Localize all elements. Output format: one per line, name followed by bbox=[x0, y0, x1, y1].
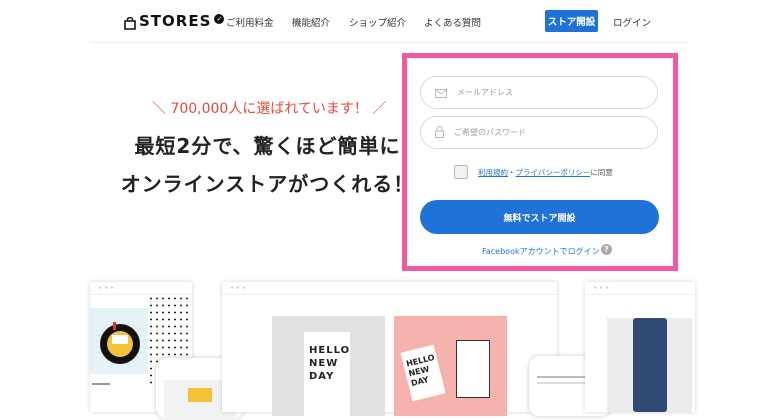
standing-sign bbox=[456, 340, 490, 398]
agree-separator: ・ bbox=[508, 168, 516, 177]
nav-faq[interactable]: よくある質問 bbox=[424, 15, 481, 29]
open-store-submit-button[interactable]: 無料でストア開設 bbox=[420, 200, 659, 234]
left-shop-image bbox=[90, 308, 148, 374]
email-input[interactable] bbox=[455, 87, 639, 98]
password-input[interactable] bbox=[452, 127, 636, 138]
card-line-3: DAY bbox=[309, 371, 335, 382]
privacy-policy-link[interactable]: プライバシーポリシー bbox=[516, 168, 591, 177]
mail-icon bbox=[435, 83, 447, 102]
hello-new-day-card: HELLO NEW DAY bbox=[304, 332, 350, 416]
window-titlebar bbox=[90, 282, 192, 295]
header-divider bbox=[90, 42, 690, 43]
nav-pricing[interactable]: ご利用料金 bbox=[226, 15, 274, 29]
stores-logo[interactable]: STORES ✓ bbox=[124, 10, 225, 32]
help-icon[interactable]: ? bbox=[601, 244, 612, 255]
window-titlebar bbox=[585, 282, 695, 295]
hero-headline-line2: オンラインストアがつくれる！ bbox=[120, 172, 415, 196]
agree-checkbox[interactable] bbox=[454, 165, 468, 179]
terms-link[interactable]: 利用規約 bbox=[478, 168, 508, 177]
showcase-center-window: HELLO NEW DAY HELLO NEW DAY bbox=[222, 282, 557, 416]
logo-badge-icon: ✓ bbox=[214, 14, 225, 24]
lock-icon bbox=[435, 123, 444, 142]
password-field[interactable] bbox=[420, 116, 658, 149]
product-card-pink: HELLO NEW DAY bbox=[394, 316, 507, 416]
facebook-login-link[interactable]: Facebookアカウントでログイン bbox=[482, 246, 600, 257]
caption-line bbox=[92, 383, 110, 385]
denim-photo bbox=[607, 318, 692, 412]
window-titlebar bbox=[222, 282, 557, 295]
agree-text: 利用規約・プライバシーポリシーに同意 bbox=[478, 167, 613, 178]
login-link[interactable]: ログイン bbox=[613, 15, 651, 29]
card-line-2: NEW bbox=[309, 358, 339, 369]
hero-headline-line1: 最短2分で、驚くほど簡単に bbox=[134, 134, 401, 158]
denim-pants bbox=[633, 318, 667, 412]
nav-features[interactable]: 機能紹介 bbox=[292, 15, 330, 29]
logo-text: STORES bbox=[139, 12, 212, 30]
email-field[interactable] bbox=[420, 76, 658, 109]
phone-text-line bbox=[537, 382, 587, 384]
agree-suffix: に同意 bbox=[590, 168, 613, 177]
tilted-card: HELLO NEW DAY bbox=[400, 344, 446, 402]
badge-illustration bbox=[100, 322, 140, 364]
open-store-header-button[interactable]: ストア開設 bbox=[545, 10, 598, 32]
hero-tagline: ＼ 700,000人に選ばれています！ ／ bbox=[152, 101, 387, 117]
nav-shops[interactable]: ショップ紹介 bbox=[349, 15, 406, 29]
card-line-1: HELLO bbox=[309, 345, 351, 356]
showcase-right-window bbox=[585, 282, 695, 412]
shopping-bag-icon bbox=[124, 15, 136, 30]
product-card-gray: HELLO NEW DAY bbox=[272, 316, 385, 416]
